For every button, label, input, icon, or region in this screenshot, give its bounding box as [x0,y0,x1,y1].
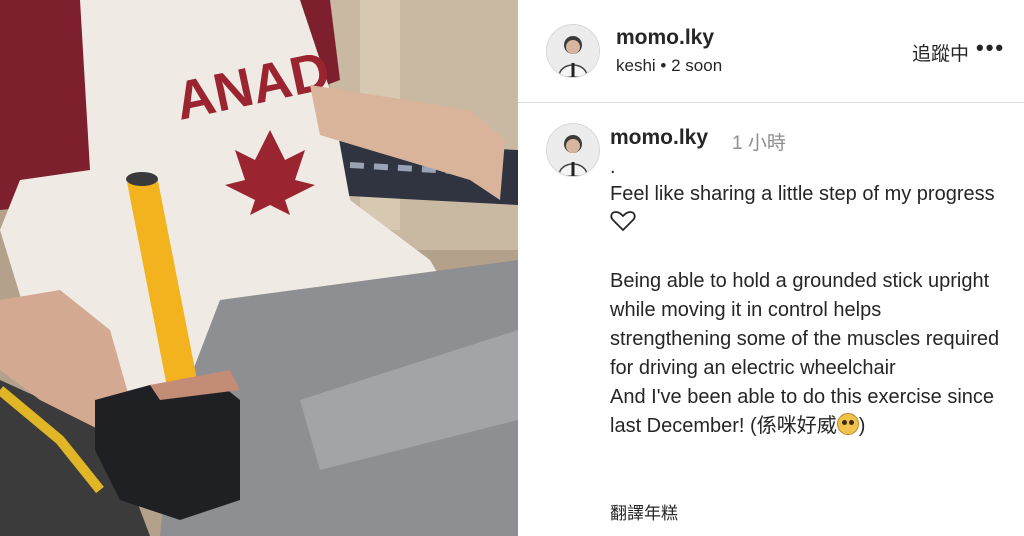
audio-artist: keshi [616,56,656,75]
avatar-person-icon [547,124,599,176]
caption-body: . Feel like sharing a little step of my … [610,156,1006,441]
heart-outline-icon [610,211,636,232]
caption-text-1: Feel like sharing a little step of my pr… [610,183,995,205]
avatar-person-icon [547,25,599,77]
caption-paragraph-1: Feel like sharing a little step of my pr… [610,180,1006,238]
photo-illustration: ANAD [0,0,518,536]
instagram-post-screenshot: ANAD momo.lky keshi • 2 soon 追蹤中 ••• mom… [0,0,1024,536]
audio-subtitle[interactable]: keshi • 2 soon [616,56,722,76]
caption-paragraph-3: And I've been able to do this exercise s… [610,383,1006,441]
caption-avatar[interactable] [546,123,600,177]
caption-text-3b: ) [858,415,866,437]
caption-text-3a: And I've been able to do this exercise s… [610,386,995,437]
post-header: momo.lky keshi • 2 soon 追蹤中 ••• [518,0,1024,103]
post-photo[interactable]: ANAD [0,0,518,536]
caption-time[interactable]: 1 小時 [732,128,786,155]
following-button[interactable]: 追蹤中 [912,39,969,66]
caption-dot: . [610,156,616,178]
subtitle-separator: • [660,56,667,75]
see-translation-link[interactable]: 翻譯年糕 [610,499,678,524]
more-options-icon[interactable]: ••• [976,35,1005,61]
owl-face-emoji-icon [836,413,859,435]
caption-username[interactable]: momo.lky [610,126,708,150]
audio-title: 2 soon [671,56,723,75]
author-avatar[interactable] [546,24,600,78]
caption-paragraph-2: Being able to hold a grounded stick upri… [610,270,1000,379]
author-username[interactable]: momo.lky [616,26,714,50]
post-panel: momo.lky keshi • 2 soon 追蹤中 ••• momo.lky [518,0,1024,536]
